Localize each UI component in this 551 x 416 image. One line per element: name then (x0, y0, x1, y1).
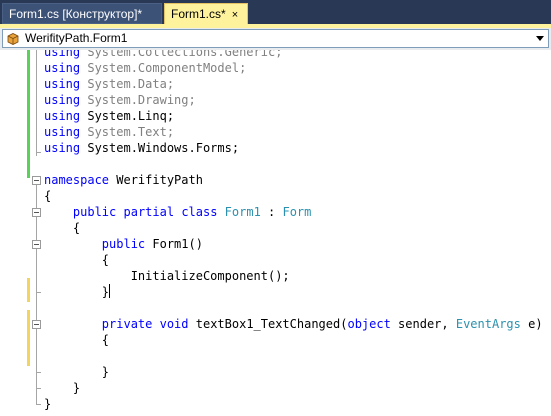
code-line[interactable]: { (44, 188, 51, 204)
outline-line (36, 50, 37, 156)
code-line[interactable]: { (44, 220, 80, 236)
code-editor[interactable]: using System.Collections.Generic; using S… (0, 50, 551, 416)
keyword-token: using (44, 141, 81, 155)
change-marker-unsaved (27, 278, 30, 302)
code-line[interactable]: { (44, 332, 109, 348)
code-token: { (44, 333, 110, 347)
navigation-bar: WerifityPath.Form1 (0, 28, 551, 50)
code-line[interactable]: public partial class Form1 : Form (44, 204, 311, 220)
code-line[interactable]: using System.Windows.Forms; (44, 140, 239, 156)
tab-form1-designer[interactable]: Form1.cs [Конструктор]* (2, 3, 162, 24)
code-token: System.Collections.Generic; (80, 50, 283, 59)
code-token: } (44, 285, 110, 299)
code-token: WerifityPath (109, 173, 203, 187)
class-icon (7, 33, 19, 45)
keyword-token: private (101, 317, 153, 331)
type-token: Form1 (224, 205, 261, 219)
dropdown-value: WerifityPath.Form1 (25, 31, 128, 45)
keyword-token: using (44, 50, 81, 59)
collapse-namespace-icon[interactable] (32, 176, 41, 185)
collapse-class-icon[interactable] (32, 208, 41, 217)
code-token: } (44, 381, 81, 395)
code-line[interactable]: } (44, 396, 51, 412)
code-token: : (260, 205, 283, 219)
code-line[interactable]: private void textBox1_TextChanged(object… (44, 316, 543, 332)
outline-tick (36, 292, 41, 293)
editor-margin (0, 50, 30, 416)
code-line[interactable]: { (44, 252, 109, 268)
code-line[interactable]: using System.Linq; (44, 108, 174, 124)
outline-tick (36, 152, 41, 153)
type-dropdown[interactable]: WerifityPath.Form1 (2, 29, 549, 48)
code-line[interactable]: using System.Data; (44, 76, 174, 92)
change-marker-saved (27, 50, 30, 178)
code-line[interactable]: using System.Collections.Generic; (44, 50, 282, 60)
keyword-token: using (44, 93, 81, 107)
code-token: { (44, 221, 81, 235)
keyword-token: void (159, 317, 189, 331)
code-line[interactable]: } (44, 284, 111, 300)
type-token: EventArgs (455, 317, 521, 331)
keyword-token: public (72, 205, 117, 219)
keyword-token: using (44, 77, 81, 91)
code-line[interactable]: using System.ComponentModel; (44, 60, 246, 76)
collapse-constructor-icon[interactable] (32, 240, 41, 249)
keyword-token: partial (123, 205, 175, 219)
keyword-token: using (44, 125, 81, 139)
type-token: Form (282, 205, 312, 219)
outline-tick (36, 388, 41, 389)
outline-tick (36, 372, 41, 373)
code-line[interactable]: public Form1() (44, 236, 203, 252)
code-token: } (44, 397, 52, 411)
code-token: System.Windows.Forms; (80, 141, 240, 155)
code-line[interactable]: using System.Text; (44, 124, 174, 140)
document-tab-bar: Form1.cs [Конструктор]* Form1.cs* × (0, 0, 551, 27)
code-token: { (44, 189, 52, 203)
outline-tick (36, 404, 41, 405)
tab-label: Form1.cs [Конструктор]* (9, 7, 143, 21)
code-token: InitializeComponent(); (44, 269, 290, 283)
code-token: System.Drawing; (80, 93, 196, 107)
code-token: System.Text; (80, 125, 175, 139)
keyword-token: object (347, 317, 391, 331)
chevron-down-icon[interactable] (536, 36, 544, 41)
code-line[interactable]: namespace WerifityPath (44, 172, 203, 188)
close-icon[interactable]: × (232, 5, 238, 25)
code-token: System.Linq; (80, 109, 175, 123)
code-token: Form1() (145, 237, 203, 251)
code-token: e) (520, 317, 543, 331)
code-line[interactable]: } (44, 364, 109, 380)
code-token: System.ComponentModel; (80, 61, 247, 75)
code-line[interactable]: InitializeComponent(); (44, 268, 290, 284)
code-line[interactable]: using System.Drawing; (44, 92, 196, 108)
keyword-token: public (101, 237, 146, 251)
tab-label: Form1.cs* (171, 7, 226, 21)
text-caret (109, 284, 111, 298)
keyword-token: namespace (44, 173, 110, 187)
collapse-method-icon[interactable] (32, 320, 41, 329)
code-token: { (44, 253, 110, 267)
code-token: System.Data; (80, 77, 175, 91)
keyword-token: using (44, 61, 81, 75)
keyword-token: class (181, 205, 218, 219)
code-token: textBox1_TextChanged( (188, 317, 348, 331)
code-token: sender, (390, 317, 456, 331)
change-marker-unsaved (27, 310, 30, 366)
keyword-token: using (44, 109, 81, 123)
code-token: } (44, 365, 110, 379)
code-line[interactable]: } (44, 380, 80, 396)
